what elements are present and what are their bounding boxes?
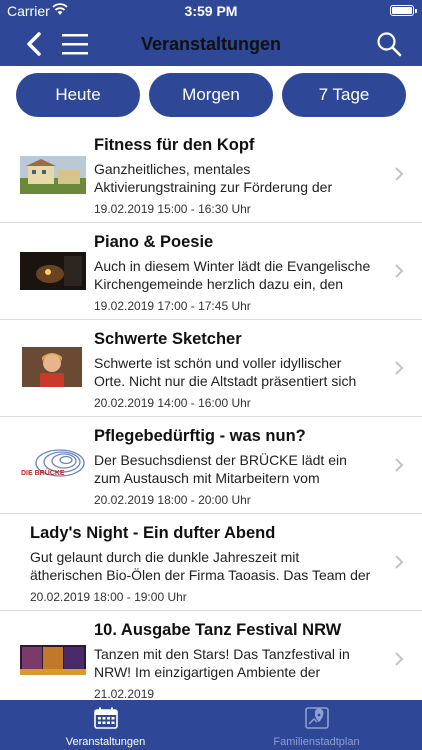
event-item[interactable]: Piano & Poesie Auch in diesem Winter läd…: [0, 223, 422, 320]
event-date: 21.02.2019: [94, 687, 155, 700]
chevron-right-icon: [395, 555, 404, 569]
event-thumbnail: [22, 347, 82, 387]
event-item[interactable]: DIE BRÜCKE Pflegebedürftig - was nun? De…: [0, 417, 422, 514]
event-description: Tanzen mit den Stars! Das Tanzfestival i…: [94, 646, 350, 680]
chevron-right-icon: [395, 264, 404, 278]
bruecke-logo: DIE BRÜCKE: [20, 445, 86, 483]
tab-label: Familienstadtplan: [273, 736, 360, 748]
event-thumbnail: [20, 645, 86, 675]
status-bar: Carrier 3:59 PM: [0, 0, 422, 22]
tab-veranstaltungen[interactable]: Veranstaltungen: [0, 700, 211, 750]
event-list: Fitness für den Kopf Ganzheitliches, men…: [0, 126, 422, 700]
event-date: 20.02.2019 14:00 - 16:00 Uhr: [94, 396, 251, 410]
event-title: Fitness für den Kopf: [94, 136, 255, 154]
event-thumbnail: [20, 156, 86, 194]
event-title: Schwerte Sketcher: [94, 330, 242, 348]
event-date: 20.02.2019 18:00 - 20:00 Uhr: [94, 493, 251, 507]
event-date: 19.02.2019 15:00 - 16:30 Uhr: [94, 202, 251, 216]
clock: 3:59 PM: [184, 3, 238, 19]
nav-bar: Veranstaltungen: [0, 22, 422, 66]
tab-bar: Veranstaltungen Familienstadtplan: [0, 700, 422, 750]
event-description: Ganzheitliches, mentales Aktivierungstra…: [94, 161, 333, 195]
map-pin-icon: [304, 707, 329, 729]
event-title: Lady's Night - Ein dufter Abend: [30, 524, 276, 542]
filter-7-days-button[interactable]: 7 Tage: [282, 73, 406, 117]
filter-today-button[interactable]: Heute: [16, 73, 140, 117]
event-item[interactable]: Lady's Night - Ein dufter Abend Gut gela…: [0, 514, 422, 611]
event-date: 20.02.2019 18:00 - 19:00 Uhr: [30, 590, 187, 604]
event-title: 10. Ausgabe Tanz Festival NRW: [94, 621, 342, 639]
tab-familienstadtplan[interactable]: Familienstadtplan: [211, 700, 422, 750]
calendar-icon: [93, 707, 118, 729]
event-description: Der Besuchsdienst der BRÜCKE lädt ein zu…: [94, 452, 347, 486]
chevron-right-icon: [395, 167, 404, 181]
event-item[interactable]: Schwerte Sketcher Schwerte ist schön und…: [0, 320, 422, 417]
event-title: Piano & Poesie: [94, 233, 214, 251]
search-icon[interactable]: [376, 31, 402, 57]
date-filter-bar: Heute Morgen 7 Tage: [0, 66, 422, 126]
chevron-right-icon: [395, 458, 404, 472]
chevron-right-icon: [395, 361, 404, 375]
event-description: Auch in diesem Winter lädt die Evangelis…: [94, 258, 371, 292]
chevron-right-icon: [395, 652, 404, 666]
logo-text: DIE BRÜCKE: [21, 468, 65, 477]
event-title: Pflegebedürftig - was nun?: [94, 427, 306, 445]
event-description: Gut gelaunt durch die dunkle Jahreszeit …: [30, 549, 371, 583]
battery-icon: [390, 5, 417, 16]
event-date: 19.02.2019 17:00 - 17:45 Uhr: [94, 299, 251, 313]
event-description: Schwerte ist schön und voller idyllische…: [94, 355, 357, 389]
tab-label: Veranstaltungen: [65, 736, 146, 748]
event-item[interactable]: Fitness für den Kopf Ganzheitliches, men…: [0, 126, 422, 223]
page-title: Veranstaltungen: [140, 34, 282, 54]
event-item[interactable]: 10. Ausgabe Tanz Festival NRW Tanzen mit…: [0, 611, 422, 700]
event-thumbnail: [20, 252, 86, 290]
filter-tomorrow-button[interactable]: Morgen: [149, 73, 273, 117]
